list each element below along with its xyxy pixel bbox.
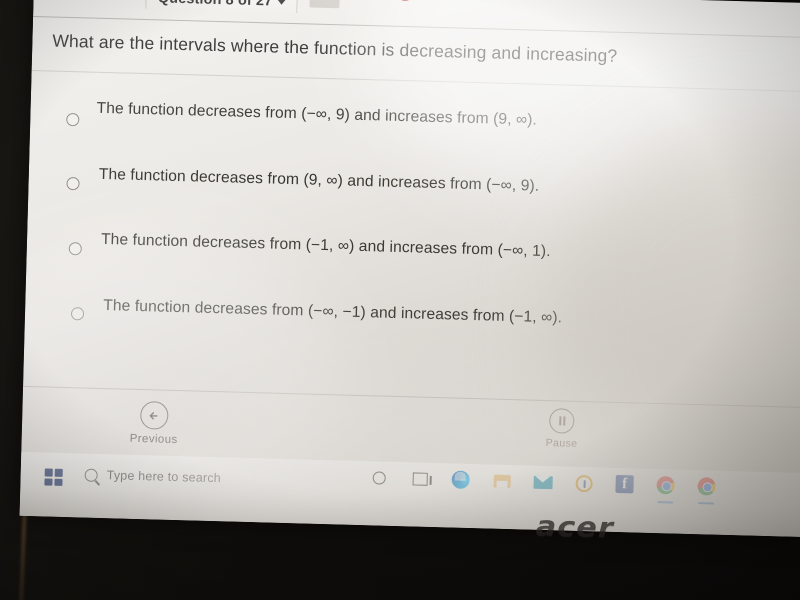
windows-start-icon[interactable] (44, 468, 63, 486)
edge-icon[interactable] (450, 469, 471, 490)
chevron-down-icon (277, 0, 286, 5)
app-circle-icon[interactable] (573, 473, 594, 494)
radio-button-c[interactable] (68, 242, 82, 256)
photo-of-laptop-screen: Question 8 of 27 (0, 0, 800, 600)
search-icon (84, 468, 98, 482)
facebook-icon[interactable]: f (614, 474, 635, 495)
eraser-icon[interactable] (351, 0, 382, 9)
screen-surface: Question 8 of 27 (19, 0, 800, 538)
acer-brand-logo: acer (535, 511, 615, 544)
answer-option-d-label: The function decreases from (−∞, −1) and… (103, 296, 563, 327)
radio-button-d[interactable] (70, 307, 85, 321)
answer-options-list: The function decreases from (−∞, 9) and … (24, 90, 800, 363)
flag-icon[interactable] (309, 0, 341, 9)
previous-button-label: Previous (129, 432, 178, 447)
previous-button[interactable]: Previous (130, 401, 179, 446)
question-text: What are the intervals where the functio… (52, 30, 618, 66)
laptop-screen: Question 8 of 27 (19, 0, 800, 538)
answer-option-b-label: The function decreases from (9, ∞) and i… (98, 165, 540, 195)
taskbar-search[interactable]: Type here to search (84, 468, 222, 486)
quiz-toolbar: Question 8 of 27 (33, 0, 800, 35)
task-view-icon[interactable] (409, 468, 430, 489)
cortana-icon[interactable] (368, 467, 389, 488)
question-tab-label: Question 8 of 27 (158, 0, 286, 10)
search-placeholder-label: Type here to search (106, 468, 222, 486)
radio-button-b[interactable] (66, 176, 80, 191)
taskbar-pinned-icons: f (368, 467, 716, 496)
file-explorer-icon[interactable] (491, 471, 512, 492)
answer-option-c-label: The function decreases from (−1, ∞) and … (100, 230, 551, 261)
chrome-icon[interactable] (696, 476, 717, 497)
chrome-icon[interactable] (655, 475, 676, 496)
pause-button-label: Pause (545, 437, 578, 450)
radio-button-a[interactable] (66, 112, 80, 127)
mail-icon[interactable] (532, 472, 553, 493)
answer-option-a-label: The function decreases from (−∞, 9) and … (96, 99, 538, 129)
divider-under-question (31, 69, 800, 93)
pause-button[interactable]: Pause (546, 408, 579, 450)
reset-icon[interactable] (389, 0, 420, 10)
question-selector-tab[interactable]: Question 8 of 27 (145, 0, 299, 14)
pause-icon (549, 408, 576, 434)
arrow-left-icon (139, 401, 169, 430)
